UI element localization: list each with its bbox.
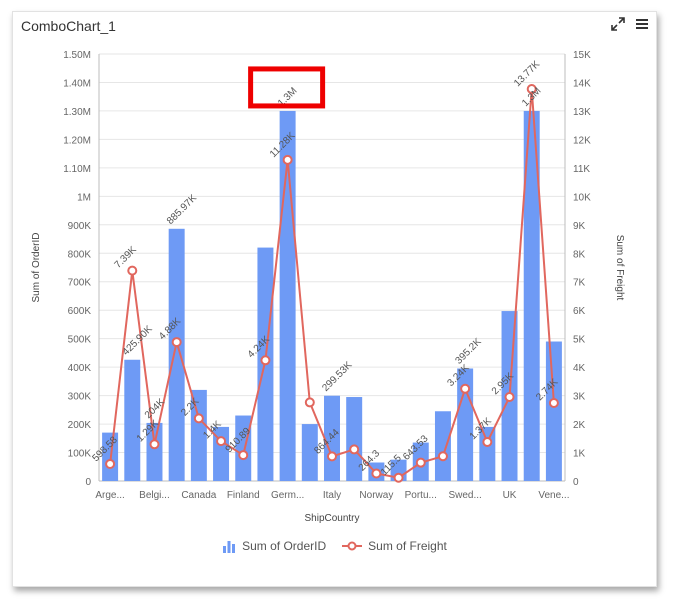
line-point <box>282 154 293 165</box>
combo-chart: 0 100K 200K 300K 400K 500K 600K 700K 800K 900K 1M 1… <box>31 50 625 524</box>
line-point <box>393 472 404 483</box>
line-point <box>327 451 337 462</box>
legend-item-line[interactable]: Sum of Freight <box>342 539 447 553</box>
x-tick-label: Arge... <box>95 490 124 501</box>
x-tick-label: Portu... <box>405 490 437 501</box>
line-point <box>105 458 116 469</box>
line-point <box>127 265 138 276</box>
y-left-tick-label: 1.40M <box>63 78 91 89</box>
y-left-tick-label: 200K <box>68 420 92 431</box>
x-axis-title: ShipCountry <box>304 513 359 524</box>
bar <box>168 228 185 481</box>
x-tick-label: Vene... <box>538 490 569 501</box>
y-left-tick-label: 100K <box>68 449 92 460</box>
x-tick-label: Swed... <box>448 490 481 501</box>
legend-label-bar: Sum of OrderID <box>242 539 327 553</box>
bar-data-label: 299.53K <box>320 359 354 393</box>
y-right-tick-label: 9K <box>573 221 586 232</box>
y-right-tick-label: 12K <box>573 135 591 146</box>
x-tick-label: Germ... <box>271 490 304 501</box>
y-left-tick-label: 800K <box>68 249 92 260</box>
bar <box>545 341 562 481</box>
y-left-tick-label: 1.10M <box>63 164 91 175</box>
y-right-tick-label: 0 <box>573 477 579 488</box>
x-tick-label: Italy <box>323 490 341 501</box>
y-left-tick-label: 600K <box>68 306 92 317</box>
y-left-tick-label: 700K <box>68 278 92 289</box>
y-left-tick-label: 300K <box>68 392 92 403</box>
y-left-axis-title: Sum of OrderID <box>31 232 42 302</box>
y-right-tick-label: 4K <box>573 363 586 374</box>
y-right-tick-label: 1K <box>573 449 586 460</box>
y-left-tick-label: 1M <box>77 192 91 203</box>
y-right-tick-label: 5K <box>573 335 586 346</box>
y-left-tick-label: 400K <box>68 363 92 374</box>
line-point <box>482 437 493 448</box>
line-point <box>216 436 227 447</box>
x-tick-label: Norway <box>359 490 393 501</box>
bar-chart-icon <box>223 541 236 553</box>
bar-data-label: 395.2K <box>453 336 483 366</box>
line-point <box>304 397 315 408</box>
y-right-tick-label: 15K <box>573 50 591 61</box>
line-data-label: 13.77K <box>512 59 542 89</box>
y-right-tick-label: 11K <box>573 164 590 175</box>
line-point <box>149 439 160 450</box>
x-tick-label: Canada <box>181 490 216 501</box>
x-tick-label: UK <box>503 490 517 501</box>
y-left-tick-label: 500K <box>68 335 92 346</box>
line-point <box>238 450 249 461</box>
line-point <box>460 383 471 394</box>
line-marker-icon <box>342 541 363 551</box>
legend-label-line: Sum of Freight <box>368 539 447 553</box>
y-right-tick-label: 13K <box>573 107 591 118</box>
y-left-tick-label: 1.20M <box>63 135 91 146</box>
y-left-tick-label: 1.50M <box>63 50 91 61</box>
bar-data-label: 1.3M <box>520 86 544 110</box>
line-point <box>437 451 448 462</box>
y-right-tick-label: 7K <box>573 278 586 289</box>
y-left-tick-label: 0 <box>85 477 91 488</box>
y-right-tick-label: 2K <box>573 420 586 431</box>
y-left-tick-label: 1.30M <box>63 107 91 118</box>
chart-widget: ComboChart_1 0 100K 200K 300K 400K 500K 600K 70… <box>12 11 657 587</box>
y-left-tick-label: 900K <box>68 221 92 232</box>
line-point <box>349 444 360 455</box>
x-tick-label: Finland <box>227 490 260 501</box>
legend-item-bar[interactable]: Sum of OrderID <box>222 539 326 553</box>
bar <box>124 359 141 481</box>
bar <box>434 411 451 481</box>
line-point <box>548 398 559 409</box>
chart-legend: Sum of OrderID Sum of Freight <box>13 539 656 553</box>
line-point <box>193 413 204 424</box>
x-tick-label: Belgi... <box>139 490 170 501</box>
y-right-tick-label: 8K <box>573 249 586 260</box>
bar-data-label: 885.97K <box>165 193 199 227</box>
line-point <box>415 457 426 468</box>
y-right-tick-label: 14K <box>573 78 591 89</box>
y-right-tick-label: 6K <box>573 306 586 317</box>
y-right-tick-label: 10K <box>573 192 591 203</box>
line-point <box>171 337 182 348</box>
y-right-tick-label: 3K <box>573 392 586 403</box>
y-right-axis-title: Sum of Freight <box>614 235 625 301</box>
line-point <box>260 355 271 366</box>
line-point <box>504 392 515 403</box>
